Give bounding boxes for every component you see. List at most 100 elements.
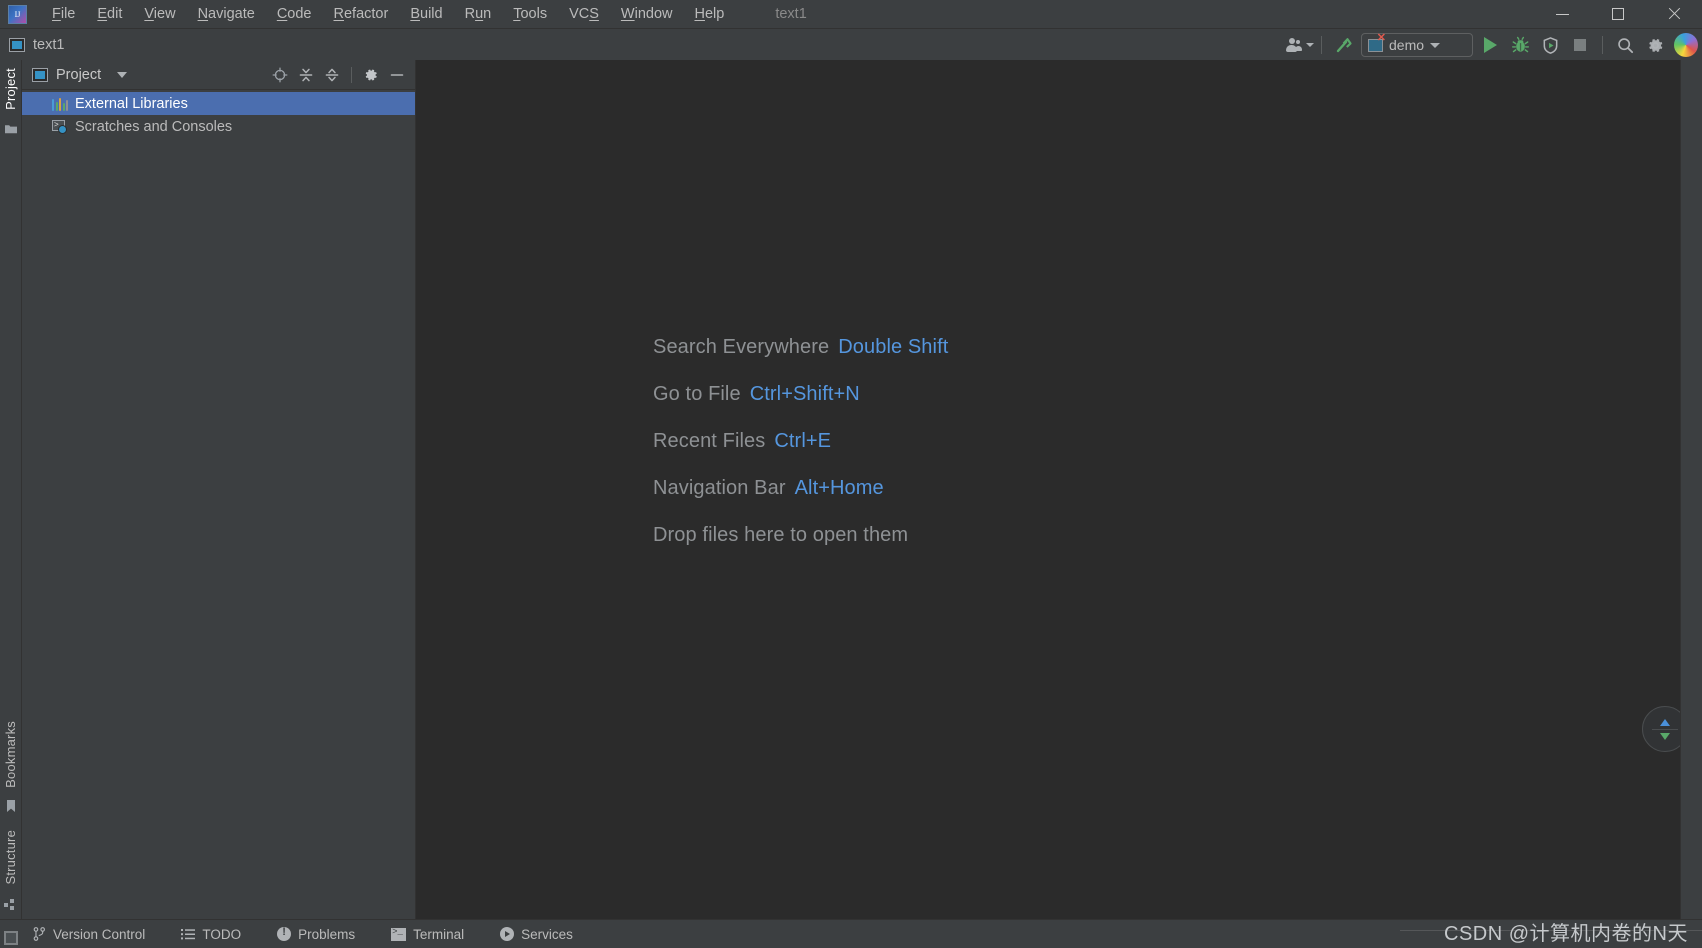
- menu-bar: File Edit View Navigate Code Refactor Bu…: [41, 3, 735, 25]
- panel-action-separator: [351, 66, 352, 83]
- settings-button[interactable]: [1640, 32, 1670, 58]
- sidebar-item-project[interactable]: Project: [0, 60, 21, 118]
- status-item-problems[interactable]: Problems: [274, 925, 358, 944]
- maximize-button[interactable]: [1590, 0, 1646, 28]
- select-opened-file-button[interactable]: [268, 63, 292, 87]
- folder-icon[interactable]: [4, 122, 18, 140]
- gear-icon: [1648, 38, 1662, 52]
- close-icon: [1667, 7, 1681, 21]
- chevron-down-icon: [1305, 43, 1314, 47]
- menu-code[interactable]: Code: [266, 3, 323, 25]
- left-strip-bottom: Bookmarks Structure: [0, 713, 21, 919]
- navigation-bar: text1 demo: [0, 28, 1702, 60]
- status-item-todo[interactable]: TODO: [178, 925, 244, 944]
- hide-panel-button[interactable]: [385, 63, 409, 87]
- account-button[interactable]: [1284, 32, 1314, 58]
- status-item-label: Problems: [298, 926, 356, 942]
- hint-drop-files: Drop files here to open them: [653, 524, 948, 547]
- select-opened-file-icon: [272, 67, 288, 82]
- project-options-button[interactable]: [359, 63, 383, 87]
- menu-run[interactable]: Run: [454, 3, 503, 25]
- structure-icon[interactable]: [4, 897, 17, 915]
- build-hammer-icon: [1336, 38, 1352, 53]
- project-panel-header: Project: [22, 60, 415, 90]
- problems-icon: [277, 926, 292, 941]
- project-tool-window: Project External Libraries > Scratches a…: [22, 60, 416, 919]
- sidebar-item-structure[interactable]: Structure: [0, 822, 21, 893]
- left-tool-strip: Project Bookmarks Structure: [0, 60, 22, 919]
- project-view-selector[interactable]: Project: [32, 66, 128, 83]
- stop-square-icon: [1574, 39, 1586, 51]
- hint-label: Drop files here to open them: [653, 524, 909, 546]
- idea-window: File Edit View Navigate Code Refactor Bu…: [0, 0, 1702, 948]
- title-bar: File Edit View Navigate Code Refactor Bu…: [0, 0, 1702, 28]
- status-item-label: Services: [521, 926, 573, 942]
- hint-label: Navigation Bar: [653, 477, 786, 499]
- status-item-terminal[interactable]: Terminal: [388, 925, 467, 944]
- collapse-all-icon: [325, 68, 339, 81]
- inspection-navigation-widget[interactable]: [1642, 706, 1680, 752]
- resize-grip-icon[interactable]: [4, 931, 18, 945]
- left-strip-top: Project: [0, 60, 21, 144]
- run-with-coverage-icon: [1543, 36, 1557, 54]
- project-view-icon: [32, 67, 48, 82]
- debug-button[interactable]: [1505, 32, 1535, 58]
- collapse-all-button[interactable]: [320, 63, 344, 87]
- run-button[interactable]: [1475, 32, 1505, 58]
- menu-vcs[interactable]: VCS: [558, 3, 610, 25]
- minimize-button[interactable]: [1534, 0, 1590, 28]
- menu-window[interactable]: Window: [610, 3, 684, 25]
- status-item-label: TODO: [202, 926, 242, 942]
- user-avatar[interactable]: [1674, 33, 1698, 57]
- navbar-project-crumb[interactable]: text1: [9, 37, 64, 53]
- stop-button[interactable]: [1565, 32, 1595, 58]
- hint-navigation-bar: Navigation Bar Alt+Home: [653, 477, 948, 500]
- menu-view[interactable]: View: [133, 3, 186, 25]
- expand-all-button[interactable]: [294, 63, 318, 87]
- account-people-icon: [1285, 37, 1303, 53]
- main-area: Project Bookmarks Structure Project Exte…: [0, 60, 1702, 919]
- toolbar-separator: [1321, 36, 1322, 54]
- expand-all-icon: [299, 68, 313, 81]
- branch-icon: [33, 927, 45, 941]
- bookmark-icon[interactable]: [5, 799, 17, 818]
- menu-tools[interactable]: Tools: [502, 3, 558, 25]
- minimize-icon: [1555, 13, 1569, 15]
- scratches-consoles-icon: >: [52, 119, 68, 134]
- intellij-idea-logo: [8, 4, 27, 24]
- editor-empty-area: Search Everywhere Double Shift Go to File…: [416, 60, 1680, 919]
- menu-edit[interactable]: Edit: [86, 3, 133, 25]
- hint-search-everywhere: Search Everywhere Double Shift: [653, 336, 948, 359]
- menu-build[interactable]: Build: [399, 3, 453, 25]
- hint-shortcut: Alt+Home: [794, 477, 884, 499]
- close-button[interactable]: [1646, 0, 1702, 28]
- hint-go-to-file: Go to File Ctrl+Shift+N: [653, 383, 948, 406]
- hint-label: Search Everywhere: [653, 336, 830, 358]
- status-item-version-control[interactable]: Version Control: [30, 925, 148, 944]
- menu-file[interactable]: File: [41, 3, 86, 25]
- search-icon: [1617, 37, 1633, 53]
- menu-refactor[interactable]: Refactor: [323, 3, 400, 25]
- build-button[interactable]: [1329, 32, 1359, 58]
- hint-shortcut: Ctrl+E: [774, 430, 832, 452]
- arrow-down-icon[interactable]: [1660, 732, 1670, 740]
- toolbar-separator-2: [1602, 36, 1603, 54]
- menu-navigate[interactable]: Navigate: [187, 3, 266, 25]
- tree-item-scratches-and-consoles[interactable]: > Scratches and Consoles: [22, 115, 415, 138]
- status-item-label: Terminal: [413, 926, 465, 942]
- project-panel-title: Project: [56, 66, 102, 83]
- services-icon: [500, 927, 515, 941]
- status-item-label: Version Control: [53, 926, 146, 942]
- run-with-coverage-button[interactable]: [1535, 32, 1565, 58]
- menu-help[interactable]: Help: [683, 3, 735, 25]
- editor-hint-list: Search Everywhere Double Shift Go to File…: [653, 336, 948, 547]
- chevron-down-icon: [1430, 42, 1441, 48]
- run-configuration-selector[interactable]: demo: [1361, 33, 1473, 57]
- tree-item-external-libraries[interactable]: External Libraries: [22, 92, 415, 115]
- sidebar-item-bookmarks[interactable]: Bookmarks: [0, 713, 21, 796]
- hint-shortcut: Ctrl+Shift+N: [749, 383, 860, 405]
- arrow-up-icon[interactable]: [1660, 718, 1670, 726]
- window-controls: [1534, 0, 1702, 28]
- status-item-services[interactable]: Services: [497, 925, 576, 944]
- search-everywhere-button[interactable]: [1610, 32, 1640, 58]
